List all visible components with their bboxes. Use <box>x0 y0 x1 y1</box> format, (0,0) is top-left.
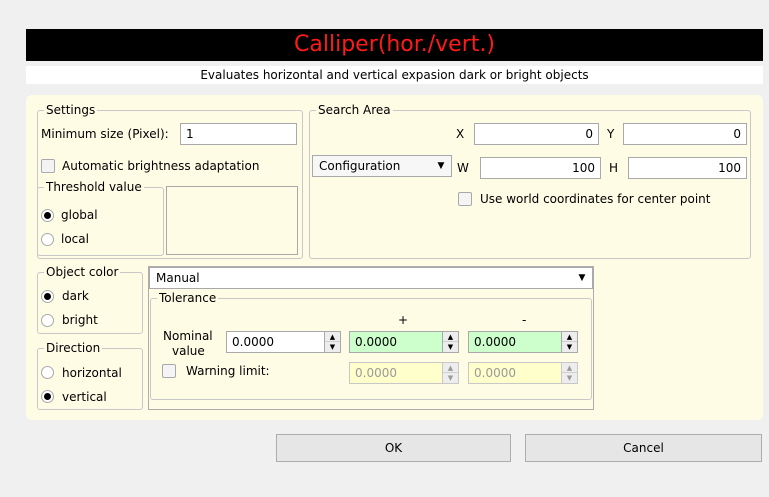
min-size-input[interactable]: 1 <box>180 123 297 145</box>
warning-plus-stepper[interactable]: 0.0000 ▲ ▼ <box>349 362 459 384</box>
configuration-dropdown[interactable]: Configuration ▼ <box>312 155 452 177</box>
direction-horizontal-radio[interactable] <box>41 366 54 379</box>
nominal-value-text: 0.0000 <box>232 335 274 349</box>
dialog-title: Calliper(hor./vert.) <box>26 29 763 61</box>
world-coords-checkbox[interactable] <box>458 192 472 206</box>
warning-plus-text: 0.0000 <box>355 366 397 380</box>
h-label: H <box>609 161 619 175</box>
object-color-legend: Object color <box>46 265 119 279</box>
nominal-value-label-line2: value <box>172 344 205 358</box>
tolerance-minus-stepper[interactable]: 0.0000 ▲ ▼ <box>468 331 578 353</box>
auto-brightness-label: Automatic brightness adaptation <box>62 159 260 173</box>
x-label: X <box>456 127 465 141</box>
chevron-down-icon: ▼ <box>437 161 445 171</box>
tolerance-minus-header: - <box>522 313 527 327</box>
threshold-legend: Threshold value <box>46 180 142 194</box>
object-color-dark-label: dark <box>62 289 89 303</box>
mode-dropdown-label: Manual <box>156 271 200 285</box>
nominal-value-stepper[interactable]: 0.0000 ▲ ▼ <box>226 331 341 353</box>
w-label: W <box>457 161 469 175</box>
x-input[interactable]: 0 <box>474 123 599 145</box>
spin-up-icon[interactable]: ▲ <box>562 363 577 373</box>
threshold-local-label: local <box>61 232 89 246</box>
warning-plus-spin-buttons[interactable]: ▲ ▼ <box>442 363 458 383</box>
world-coords-label: Use world coordinates for center point <box>480 192 711 206</box>
tolerance-minus-text: 0.0000 <box>474 335 516 349</box>
threshold-value-box[interactable] <box>166 186 298 255</box>
w-input[interactable]: 100 <box>480 157 601 179</box>
nominal-value-label-line1: Nominal <box>163 329 213 343</box>
mode-dropdown[interactable]: Manual ▼ <box>149 267 593 289</box>
object-color-bright-label: bright <box>62 313 98 327</box>
threshold-global-label: global <box>61 208 98 222</box>
spin-down-icon[interactable]: ▼ <box>325 342 340 352</box>
warning-limit-label: Warning limit: <box>186 364 270 378</box>
threshold-group: Threshold value <box>37 181 164 256</box>
y-label: Y <box>607 127 615 141</box>
chevron-down-icon: ▼ <box>578 273 586 283</box>
spin-up-icon[interactable]: ▲ <box>443 332 458 342</box>
ok-button[interactable]: OK <box>276 434 511 462</box>
auto-brightness-checkbox[interactable] <box>41 159 55 173</box>
warning-minus-text: 0.0000 <box>474 366 516 380</box>
spin-down-icon[interactable]: ▼ <box>562 373 577 383</box>
direction-vertical-radio[interactable] <box>41 390 54 403</box>
threshold-global-radio[interactable] <box>41 209 54 222</box>
configuration-dropdown-label: Configuration <box>319 159 401 173</box>
search-area-legend: Search Area <box>318 103 391 117</box>
spin-up-icon[interactable]: ▲ <box>443 363 458 373</box>
tolerance-plus-spin-buttons[interactable]: ▲ ▼ <box>442 332 458 352</box>
tolerance-legend: Tolerance <box>159 291 217 305</box>
spin-down-icon[interactable]: ▼ <box>443 373 458 383</box>
cancel-button[interactable]: Cancel <box>525 434 762 462</box>
direction-horizontal-label: horizontal <box>62 366 122 380</box>
nominal-value-spin-buttons[interactable]: ▲ ▼ <box>324 332 340 352</box>
tolerance-plus-stepper[interactable]: 0.0000 ▲ ▼ <box>349 331 459 353</box>
direction-legend: Direction <box>46 341 101 355</box>
y-input[interactable]: 0 <box>623 123 747 145</box>
settings-legend: Settings <box>46 103 96 117</box>
spin-down-icon[interactable]: ▼ <box>443 342 458 352</box>
tolerance-plus-text: 0.0000 <box>355 335 397 349</box>
spin-up-icon[interactable]: ▲ <box>325 332 340 342</box>
dialog-subtitle: Evaluates horizontal and vertical expasi… <box>26 66 763 84</box>
spin-up-icon[interactable]: ▲ <box>562 332 577 342</box>
h-input[interactable]: 100 <box>628 157 747 179</box>
warning-minus-spin-buttons[interactable]: ▲ ▼ <box>561 363 577 383</box>
warning-minus-stepper[interactable]: 0.0000 ▲ ▼ <box>468 362 578 384</box>
min-size-label: Minimum size (Pixel): <box>41 127 169 141</box>
threshold-local-radio[interactable] <box>41 233 54 246</box>
warning-limit-checkbox[interactable] <box>162 364 176 378</box>
spin-down-icon[interactable]: ▼ <box>562 342 577 352</box>
direction-vertical-label: vertical <box>62 390 107 404</box>
object-color-bright-radio[interactable] <box>41 314 54 327</box>
tolerance-plus-header: + <box>398 313 409 327</box>
object-color-dark-radio[interactable] <box>41 290 54 303</box>
tolerance-minus-spin-buttons[interactable]: ▲ ▼ <box>561 332 577 352</box>
